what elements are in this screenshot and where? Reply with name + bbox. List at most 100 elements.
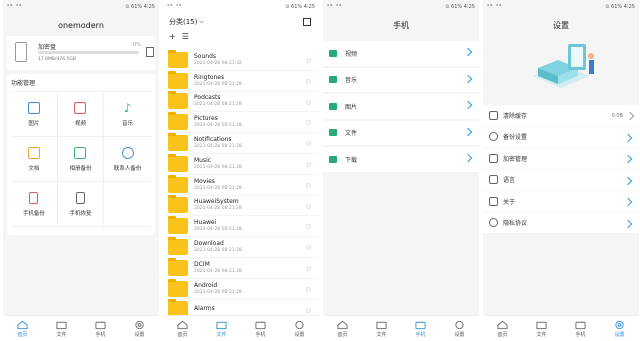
function-video[interactable]: 视频 bbox=[57, 92, 105, 137]
file-row[interactable]: Android 2021-04-28 08:21:28 bbox=[163, 278, 319, 300]
nav-settings[interactable]: 设置 bbox=[125, 320, 155, 338]
nav-phone[interactable]: 手机 bbox=[86, 320, 116, 338]
nav-home[interactable]: 首页 bbox=[8, 320, 38, 338]
file-row[interactable]: Download 2021-04-28 08:21:28 bbox=[163, 237, 319, 258]
setting-backup[interactable]: 备份设置 bbox=[483, 127, 639, 148]
file-name: Ringtones bbox=[194, 73, 225, 81]
setting-privacy[interactable]: 隐私协议 bbox=[483, 213, 639, 234]
nav-settings[interactable]: 设置 bbox=[285, 320, 315, 338]
nav-home[interactable]: 首页 bbox=[488, 320, 518, 338]
status-bar: ⁴ᴳ ⁴ᴳ ⊙ 61% 4:25 bbox=[167, 4, 315, 10]
select-checkbox[interactable] bbox=[306, 224, 311, 230]
folder-icon bbox=[56, 321, 67, 329]
select-checkbox[interactable] bbox=[306, 161, 311, 167]
category-downloads[interactable]: 下载 bbox=[323, 147, 479, 172]
contact-backup-icon bbox=[121, 146, 134, 159]
chevron-right-icon bbox=[625, 111, 635, 121]
select-checkbox[interactable] bbox=[306, 245, 311, 251]
setting-clear-cache[interactable]: 清除缓存 0.0B bbox=[483, 105, 639, 127]
file-meta: Huawei 2021-04-28 08:21:28 bbox=[194, 219, 242, 233]
nav-phone[interactable]: 手机 bbox=[406, 320, 436, 338]
setting-encryption[interactable]: 加密管理 bbox=[483, 148, 639, 170]
document-icon bbox=[27, 146, 40, 159]
file-date: 2021-04-28 08:21:28 bbox=[194, 81, 242, 87]
function-phone-backup[interactable]: 手机备份 bbox=[11, 182, 58, 227]
edit-icon[interactable] bbox=[303, 18, 311, 26]
select-checkbox[interactable] bbox=[306, 99, 311, 105]
nav-files[interactable]: 文件 bbox=[527, 320, 557, 338]
file-row[interactable]: Huawei 2021-04-28 08:21:28 bbox=[163, 216, 319, 238]
phone-nav-icon bbox=[415, 321, 426, 329]
folder-icon bbox=[168, 216, 188, 235]
file-row[interactable]: Ringtones 2021-04-28 08:21:28 bbox=[163, 70, 319, 92]
file-meta: Ringtones 2021-04-28 08:21:28 bbox=[194, 74, 242, 88]
function-images[interactable]: 图片 bbox=[11, 92, 58, 137]
file-row[interactable]: DCIM 2021-04-28 08:21:28 bbox=[163, 257, 319, 279]
select-checkbox[interactable] bbox=[306, 58, 311, 63]
nav-files[interactable]: 文件 bbox=[367, 320, 397, 338]
nav-settings[interactable]: 设置 bbox=[605, 320, 635, 338]
nav-files[interactable]: 文件 bbox=[47, 320, 77, 338]
category-sort[interactable]: 分类(15) ⌵ bbox=[163, 14, 319, 30]
gear-icon bbox=[455, 320, 464, 329]
file-row[interactable]: Notifications 2021-04-28 08:21:28 bbox=[163, 133, 319, 154]
file-row[interactable]: HuaweiSystem 2021-04-28 08:21:28 bbox=[163, 195, 319, 217]
select-checkbox[interactable] bbox=[306, 120, 311, 126]
file-date: 2021-04-28 08:21:28 bbox=[194, 164, 242, 170]
phone-restore-icon bbox=[75, 191, 85, 204]
select-checkbox[interactable] bbox=[306, 203, 311, 209]
nav-files[interactable]: 文件 bbox=[207, 320, 237, 338]
file-date: 2021-04-28 08:21:28 bbox=[194, 102, 242, 108]
setting-language[interactable]: 语言 bbox=[483, 170, 639, 191]
settings-list: 清除缓存 0.0B 备份设置 加密管理 语言 关于 隐私协议 bbox=[483, 105, 639, 234]
file-meta: Music 2021-04-28 08:21:28 bbox=[194, 157, 242, 171]
signal-indicator: ⁴ᴳ ⁴ᴳ bbox=[7, 4, 23, 10]
bottom-nav: 首页 文件 手机 设置 bbox=[323, 315, 479, 341]
info-icon bbox=[489, 196, 498, 206]
lock-icon bbox=[489, 153, 498, 163]
select-checkbox[interactable] bbox=[306, 265, 311, 271]
category-video[interactable]: 视频 bbox=[323, 41, 479, 66]
manage-icon[interactable] bbox=[146, 47, 154, 57]
nav-phone[interactable]: 手机 bbox=[246, 320, 276, 338]
file-row[interactable]: Movies 2021-04-28 08:21:28 bbox=[163, 174, 319, 196]
home-icon bbox=[177, 320, 188, 329]
folder-icon bbox=[168, 91, 188, 110]
storage-progress-bar bbox=[38, 51, 139, 54]
file-date: 2021-04-28 08:21:28 bbox=[194, 144, 242, 150]
function-phone-restore[interactable]: 手机恢复 bbox=[57, 182, 105, 227]
battery-time: ⊙ 61% 4:25 bbox=[125, 4, 155, 10]
view-toggle-button[interactable]: ☰ bbox=[182, 32, 189, 41]
function-documents[interactable]: 文档 bbox=[11, 137, 58, 182]
category-music[interactable]: 音乐 bbox=[323, 67, 479, 92]
nav-settings[interactable]: 设置 bbox=[445, 320, 475, 338]
category-files[interactable]: 文件 bbox=[323, 120, 479, 145]
function-music[interactable]: ♪ 音乐 bbox=[104, 92, 151, 137]
select-checkbox[interactable] bbox=[306, 141, 311, 147]
nav-home[interactable]: 首页 bbox=[168, 320, 198, 338]
select-checkbox[interactable] bbox=[306, 286, 311, 292]
select-checkbox[interactable] bbox=[306, 182, 311, 188]
add-button[interactable]: + bbox=[169, 32, 176, 41]
category-list: 视频 音乐 图片 文件 下载 bbox=[323, 41, 479, 172]
select-checkbox[interactable] bbox=[306, 78, 311, 84]
file-name: Notifications bbox=[194, 136, 232, 144]
nav-home[interactable]: 首页 bbox=[328, 320, 358, 338]
storage-size: 17.6MB/476.5GB bbox=[38, 57, 76, 62]
gear-icon bbox=[135, 320, 144, 329]
folder-icon bbox=[168, 49, 188, 68]
function-contact-backup[interactable]: 联系人备份 bbox=[104, 137, 151, 182]
file-row[interactable]: Pictures 2021-04-28 08:21:28 bbox=[163, 112, 319, 134]
file-row[interactable]: Sounds 2021-04-28 08:21:32 bbox=[163, 49, 319, 71]
nav-phone[interactable]: 手机 bbox=[566, 320, 596, 338]
category-images[interactable]: 图片 bbox=[323, 94, 479, 119]
file-date: 2021-04-28 08:21:28 bbox=[194, 123, 242, 129]
select-checkbox[interactable] bbox=[306, 307, 311, 313]
function-album-backup[interactable]: 相册备份 bbox=[57, 137, 105, 182]
encrypted-storage-card[interactable]: 加密盘 0% 17.6MB/476.5GB bbox=[7, 36, 155, 70]
setting-about[interactable]: 关于 bbox=[483, 191, 639, 213]
file-date: 2021-04-28 08:21:28 bbox=[194, 185, 242, 191]
bottom-nav: 首页 文件 手机 设置 bbox=[163, 315, 319, 341]
file-row[interactable]: Podcasts 2021-04-28 08:21:28 bbox=[163, 91, 319, 113]
file-row[interactable]: Music 2021-04-28 08:21:28 bbox=[163, 153, 319, 175]
